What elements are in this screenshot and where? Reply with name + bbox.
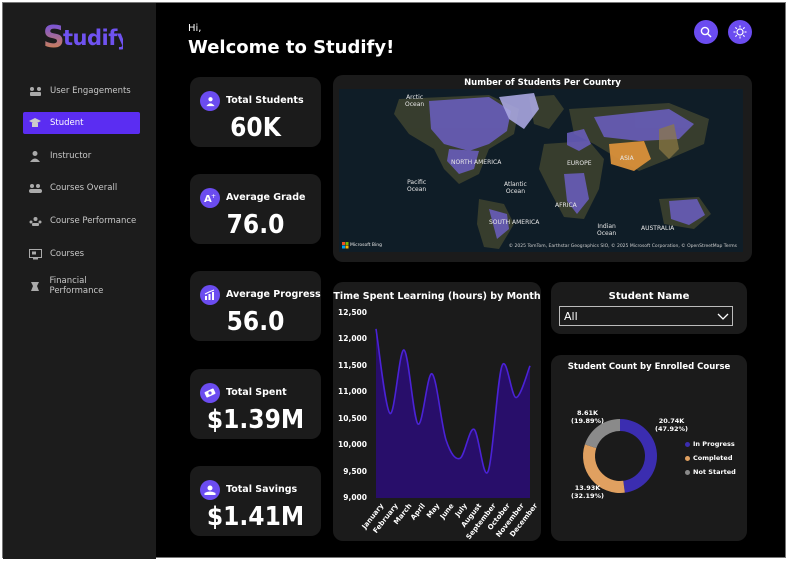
sidebar-item-label: Student [50,118,84,128]
legend-item-in-progress[interactable]: In Progress [685,440,735,448]
sidebar-item-courses-overall[interactable]: Courses Overall [23,177,140,199]
map-label-north-america: NORTH AMERICA [451,159,502,166]
sidebar-item-user-engagements[interactable]: User Engagements [23,80,140,102]
financial-performance-icon [28,280,42,292]
sidebar: S tudify User Engagements Student Instruct… [3,3,156,559]
svg-text:tudify: tudify [63,26,123,50]
slicer-title: Student Name [608,291,690,302]
sidebar-item-label: User Engagements [50,86,131,96]
sidebar-item-course-performance[interactable]: Course Performance [23,210,140,232]
enrolled-course-donut [583,419,658,493]
theme-toggle-button[interactable] [728,20,752,44]
svg-text:S: S [43,21,64,55]
sidebar-item-label: Courses [50,249,85,259]
legend-label: Completed [693,454,733,462]
legend-item-not-started[interactable]: Not Started [685,468,736,476]
sidebar-item-label: Financial Performance [49,276,104,296]
kpi-label: Average Progress [226,289,321,300]
sidebar-item-label: Course Performance [50,216,137,226]
donut-label-completed: 13.93K (32.19%) [571,484,605,500]
donut-label-in-progress: 20.74K (47.92%) [655,417,689,433]
map-label-africa: AFRICA [555,202,577,209]
world-map[interactable]: Arctic Ocean NORTH AMERICA EUROPE ASIA P… [339,89,743,252]
money-icon [200,383,220,403]
page-title: Welcome to Studify! [188,37,395,58]
slicer-selected-value: All [564,310,578,323]
donut-label-not-started: 8.61K (19.89%) [571,409,605,425]
chevron-down-icon [717,313,729,320]
kpi-value: $1.39M [206,405,305,435]
legend-swatch [685,469,690,475]
kpi-card-total-savings: Total Savings $1.41M [190,466,321,536]
map-label-south-america: SOUTH AMERICA [489,219,540,226]
app-logo: S tudify [43,20,131,61]
map-title: Number of Students Per Country [464,78,621,88]
kpi-label: Total Savings [226,484,298,495]
map-label-europe: EUROPE [567,160,592,167]
sidebar-item-financial-performance[interactable]: Financial Performance [23,275,140,297]
sidebar-item-student[interactable]: Student [23,112,140,134]
map-label-australia: AUSTRALIA [641,225,675,232]
kpi-card-total-spent: Total Spent $1.39M [190,369,321,439]
donut-chart-panel: Student Count by Enrolled Course 20.74K … [551,355,747,541]
map-brand: Microsoft Bing [350,243,382,248]
kpi-value: 76.0 [226,210,285,240]
donut-slice-in-progress[interactable] [620,419,658,493]
map-label-pacific: Pacific Ocean [407,179,427,193]
legend-label: In Progress [693,440,735,448]
kpi-value: 60K [230,113,281,143]
line-chart-panel: Time Spent Learning (hours) by Month 12,… [333,282,541,541]
time-spent-chart [375,328,531,498]
course-performance-icon [28,215,42,227]
kpi-card-average-progress: Average Progress 56.0 [190,271,321,341]
savings-icon [200,480,220,500]
svg-text:+: + [211,193,216,200]
kpi-label: Average Grade [226,192,306,203]
kpi-value: $1.41M [206,502,305,532]
map-label-atlantic: Atlantic Ocean [504,181,527,195]
sidebar-item-courses[interactable]: Courses [23,243,140,265]
legend-swatch [685,441,690,447]
area-fill [376,328,530,498]
search-icon [700,26,712,38]
greeting-hi: Hi, [188,23,202,34]
legend-item-completed[interactable]: Completed [685,454,732,462]
map-label-arctic: Arctic Ocean [405,94,425,108]
sidebar-item-instructor[interactable]: Instructor [23,145,140,167]
kpi-card-average-grade: A + Average Grade 76.0 [190,174,321,244]
map-label-indian: Indian Ocean [597,223,617,237]
map-label-asia: ASIA [620,155,634,162]
map-panel: Number of Students Per Country Arctic Oc… [333,75,752,262]
search-button[interactable] [694,20,718,44]
courses-icon [28,248,42,260]
sidebar-item-label: Courses Overall [50,183,118,193]
student-name-slicer: Student Name All [551,282,747,334]
grade-icon: A + [200,188,220,208]
courses-overall-icon [28,182,42,194]
map-attribution[interactable]: © 2025 TomTom, Earthstar Geographics SIO… [509,244,737,249]
student-icon [28,117,42,129]
legend-swatch [685,455,690,461]
student-icon [200,91,220,111]
dashboard-frame: S tudify User Engagements Student Instruct… [2,2,786,559]
legend-label: Not Started [693,468,736,476]
kpi-label: Total Students [226,95,304,106]
instructor-icon [28,150,42,162]
sun-icon [733,25,747,39]
kpi-card-total-students: Total Students 60K [190,77,321,147]
student-name-dropdown[interactable]: All [559,306,733,326]
sidebar-item-label: Instructor [50,151,92,161]
progress-chart-icon [200,285,220,305]
kpi-label: Total Spent [226,387,287,398]
kpi-value: 56.0 [226,307,285,337]
users-engagement-icon [28,85,42,97]
